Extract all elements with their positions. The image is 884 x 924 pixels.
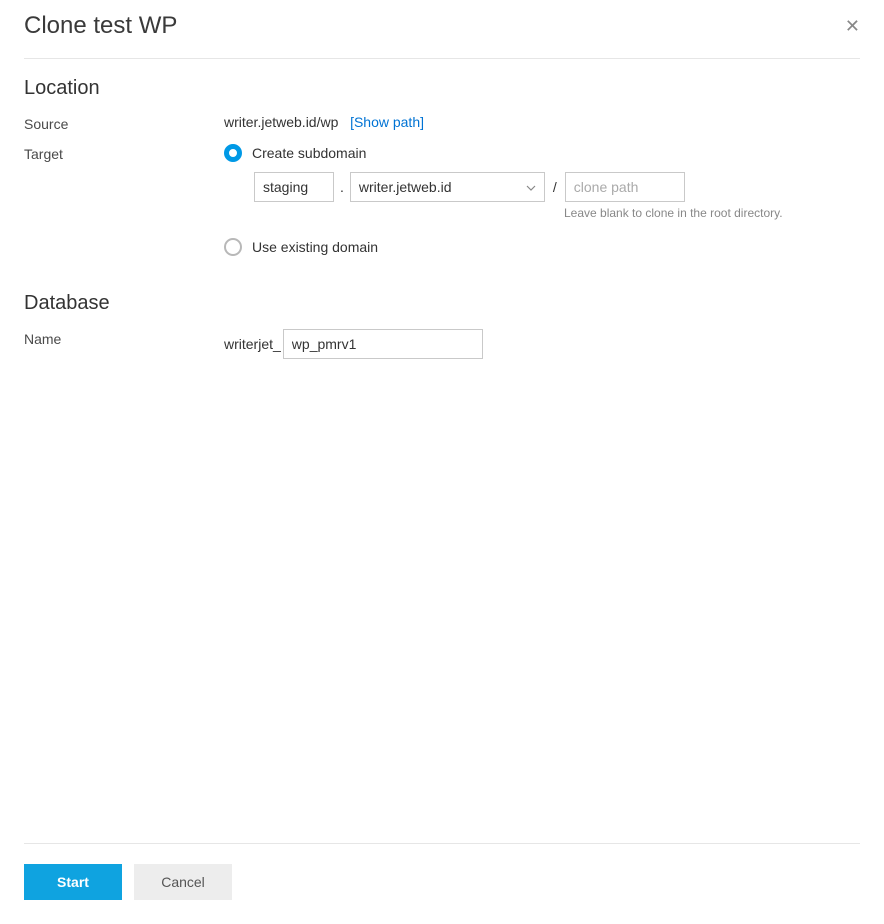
clone-path-input[interactable] — [565, 172, 685, 202]
target-value-wrap: Create subdomain . writer.jetweb.id / Le… — [224, 144, 860, 266]
source-value-wrap: writer.jetweb.id/wp [Show path] — [224, 114, 860, 130]
db-name-value-wrap: writerjet_ — [224, 329, 860, 359]
domain-select[interactable]: writer.jetweb.id — [350, 172, 545, 202]
target-label: Target — [24, 144, 224, 162]
database-heading: Database — [24, 292, 860, 315]
show-path-link[interactable]: [Show path] — [350, 114, 424, 130]
cancel-button[interactable]: Cancel — [134, 864, 232, 900]
slash-separator: / — [553, 179, 557, 195]
subdomain-fields: . writer.jetweb.id / — [254, 172, 860, 202]
dialog-header: Clone test WP ✕ — [24, 12, 860, 59]
subdomain-input[interactable] — [254, 172, 334, 202]
create-subdomain-option[interactable]: Create subdomain — [224, 144, 860, 162]
dialog-footer: Start Cancel — [24, 843, 860, 900]
existing-domain-option[interactable]: Use existing domain — [224, 238, 860, 256]
path-hint: Leave blank to clone in the root directo… — [564, 206, 860, 220]
chevron-down-icon — [526, 180, 536, 194]
start-button[interactable]: Start — [24, 864, 122, 900]
clone-dialog: Clone test WP ✕ Location Source writer.j… — [0, 0, 884, 924]
dialog-title: Clone test WP — [24, 12, 177, 40]
source-label: Source — [24, 114, 224, 132]
radio-create-subdomain[interactable] — [224, 144, 242, 162]
db-name-input[interactable] — [283, 329, 483, 359]
close-icon[interactable]: ✕ — [845, 17, 860, 35]
db-name-row: Name writerjet_ — [24, 329, 860, 359]
source-path: writer.jetweb.id/wp — [224, 114, 338, 130]
dot-separator: . — [340, 179, 344, 195]
create-subdomain-label: Create subdomain — [252, 145, 366, 161]
domain-select-value: writer.jetweb.id — [359, 179, 452, 195]
source-row: Source writer.jetweb.id/wp [Show path] — [24, 114, 860, 132]
target-row: Target Create subdomain . writer.jetweb.… — [24, 144, 860, 266]
db-prefix: writerjet_ — [224, 336, 281, 352]
existing-domain-label: Use existing domain — [252, 239, 378, 255]
location-heading: Location — [24, 77, 860, 100]
radio-existing-domain[interactable] — [224, 238, 242, 256]
db-name-label: Name — [24, 329, 224, 347]
dialog-content: Location Source writer.jetweb.id/wp [Sho… — [24, 77, 860, 843]
